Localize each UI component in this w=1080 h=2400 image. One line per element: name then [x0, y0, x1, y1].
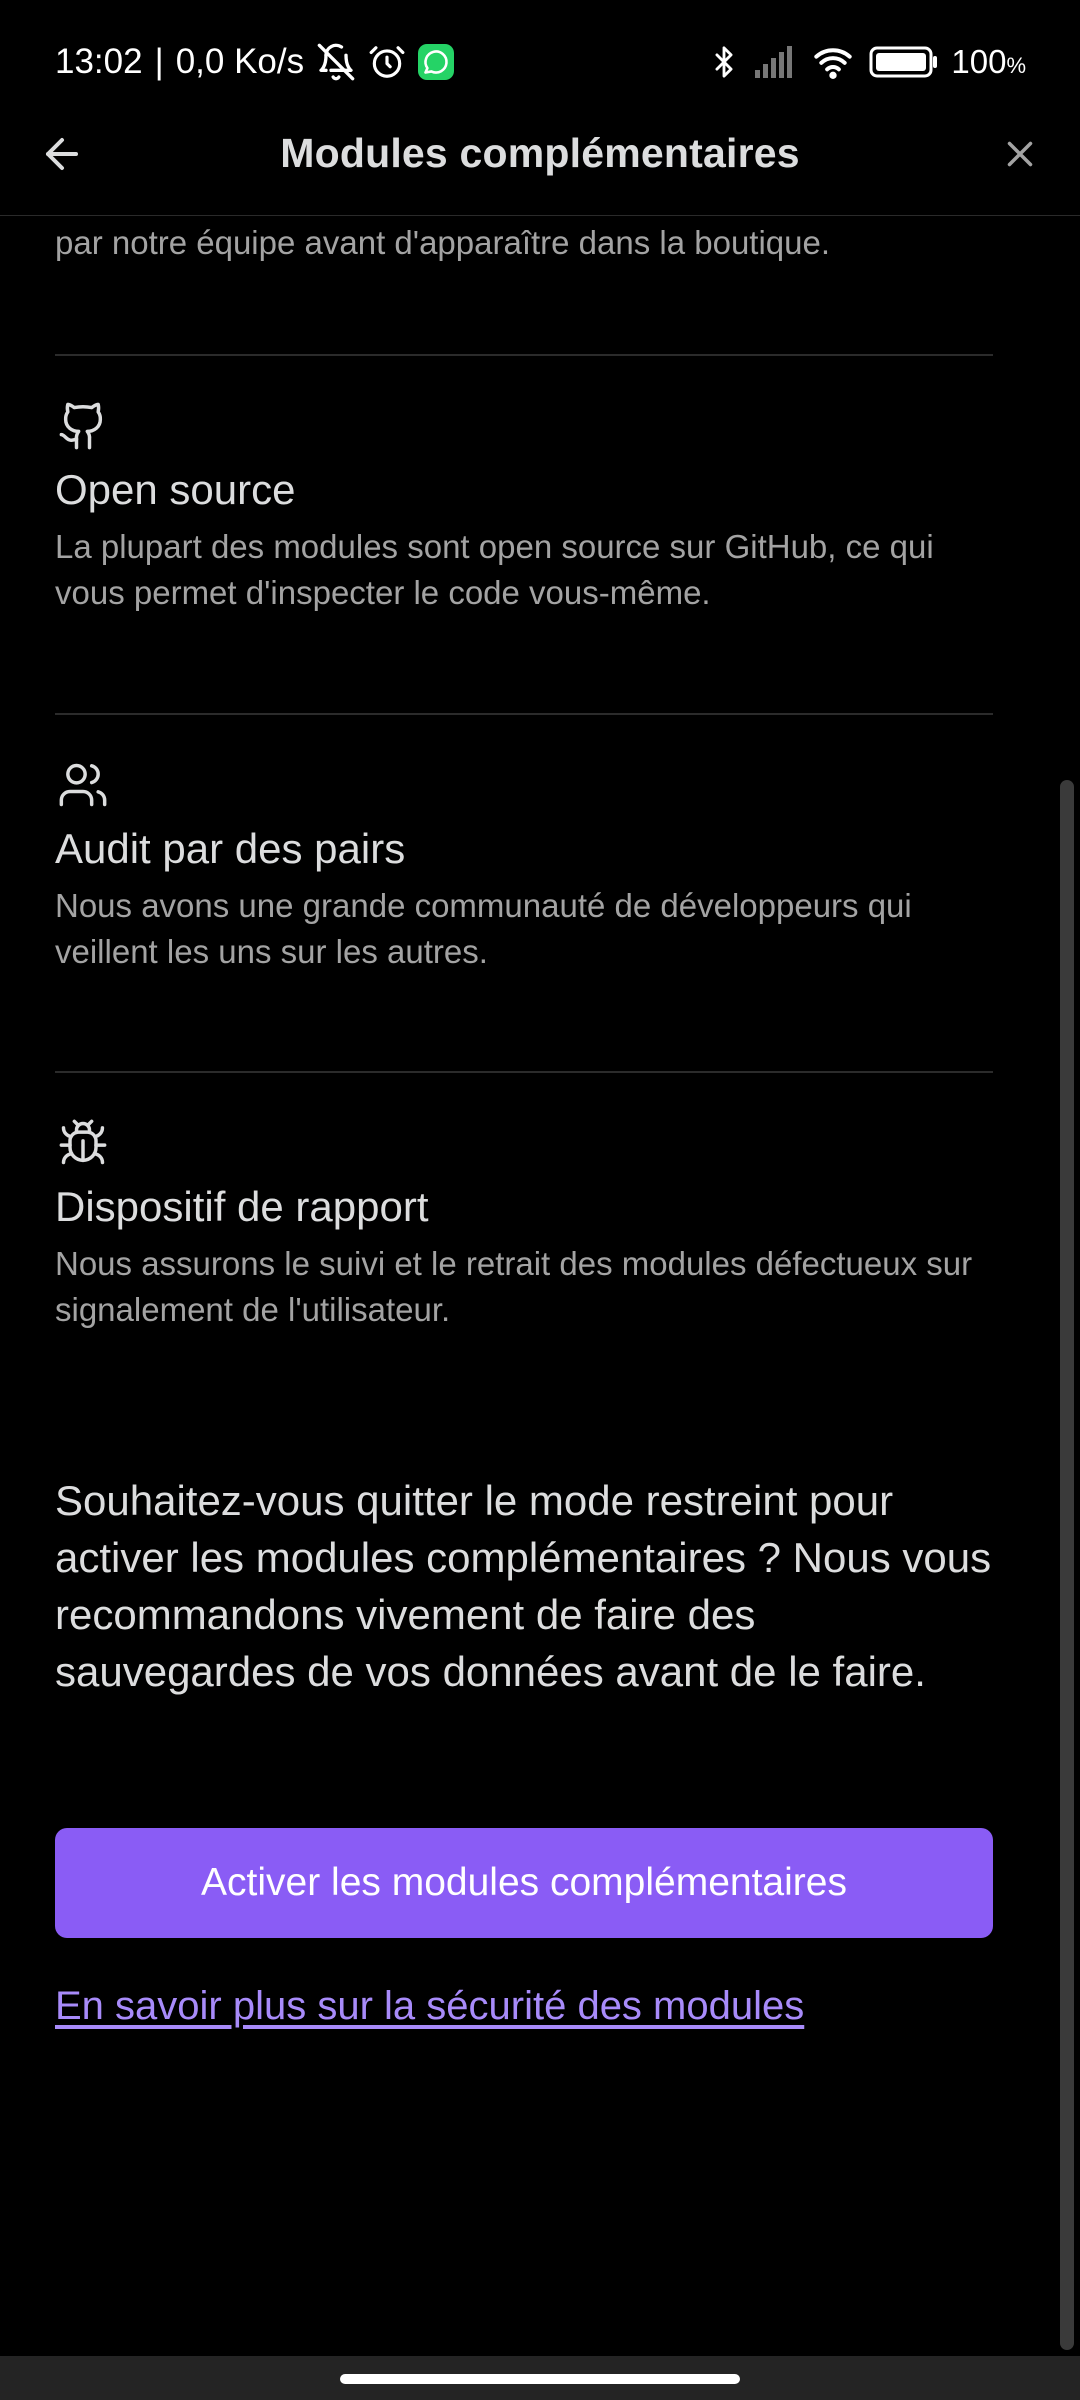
divider	[55, 354, 993, 356]
feature-title: Dispositif de rapport	[55, 1183, 429, 1230]
bluetooth-icon	[707, 42, 741, 82]
back-button[interactable]	[30, 122, 94, 186]
page-title: Modules complémentaires	[280, 130, 800, 176]
feature-description: La plupart des modules sont open source …	[55, 528, 934, 611]
arrow-left-icon	[46, 138, 78, 170]
status-time: 13:02	[55, 42, 143, 81]
feature-open-source: Open source La plupart des modules sont …	[55, 400, 1005, 616]
feature-description: Nous assurons le suivi et le retrait des…	[55, 1245, 973, 1328]
alarm-icon	[368, 43, 406, 81]
close-button[interactable]	[988, 122, 1052, 186]
battery-icon	[869, 44, 939, 80]
status-separator: |	[154, 42, 164, 81]
home-indicator[interactable]	[340, 2374, 740, 2384]
battery-percent: 100%	[951, 43, 1026, 80]
notifications-muted-icon	[316, 42, 356, 82]
feature-report-system: Dispositif de rapport Nous assurons le s…	[55, 1117, 1005, 1333]
feature-title: Open source	[55, 466, 296, 513]
app-header: Modules complémentaires	[0, 92, 1080, 216]
github-icon	[59, 402, 103, 450]
learn-more-link[interactable]: En savoir plus sur la sécurité des modul…	[55, 1978, 804, 2034]
scrollbar[interactable]	[1060, 780, 1074, 2350]
enable-plugins-button[interactable]: Activer les modules complémentaires	[55, 1828, 993, 1938]
previous-feature-description: par notre équipe avant d'apparaître dans…	[55, 224, 831, 261]
wifi-icon	[809, 42, 857, 82]
signal-icon	[753, 44, 797, 80]
users-icon	[59, 763, 107, 807]
divider	[55, 713, 993, 715]
divider	[55, 1071, 993, 1073]
feature-description: Nous avons une grande communauté de déve…	[55, 887, 912, 970]
close-icon	[1007, 141, 1033, 167]
feature-peer-review: Audit par des pairs Nous avons une grand…	[55, 759, 1005, 975]
bug-icon	[59, 1119, 107, 1165]
restricted-mode-prompt: Souhaitez-vous quitter le mode restreint…	[55, 1477, 992, 1695]
feature-title: Audit par des pairs	[55, 825, 406, 872]
content-scroll-area[interactable]: par notre équipe avant d'apparaître dans…	[0, 216, 1080, 2356]
status-net-speed: 0,0 Ko/s	[175, 42, 305, 81]
whatsapp-icon	[418, 44, 455, 80]
